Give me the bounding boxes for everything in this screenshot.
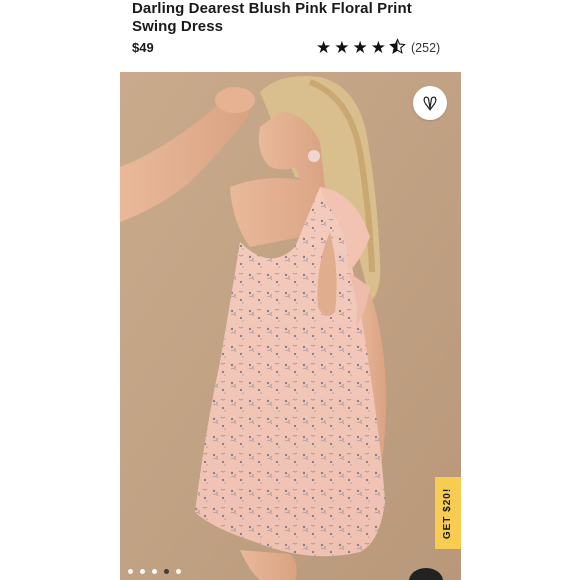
price-rating-row: $49 ★ ★ ★ ★ (252)	[132, 38, 450, 58]
gallery-dot[interactable]	[152, 569, 157, 574]
gallery-dot[interactable]	[140, 569, 145, 574]
product-header: Darling Dearest Blush Pink Floral Print …	[132, 0, 462, 36]
gallery-pagination	[128, 569, 181, 574]
promo-label: GET $20!	[442, 487, 454, 539]
product-title-line-1: Darling Dearest Blush Pink Floral Print	[132, 0, 412, 17]
star-icon: ★	[316, 37, 332, 57]
promo-tab[interactable]: GET $20!	[435, 477, 461, 549]
half-star-icon	[389, 38, 406, 57]
product-title: Darling Dearest Blush Pink Floral Print …	[132, 0, 462, 36]
product-price: $49	[132, 40, 154, 55]
gallery-dot-active[interactable]	[164, 569, 169, 574]
favorite-button[interactable]	[413, 86, 447, 120]
star-icon: ★	[352, 37, 368, 57]
gallery-dot[interactable]	[128, 569, 133, 574]
product-title-line-2: Swing Dress	[132, 18, 224, 35]
product-image-gallery[interactable]: GET $20!	[120, 72, 461, 580]
review-count[interactable]: (252)	[411, 41, 440, 55]
heart-v-icon	[423, 96, 437, 111]
star-icon: ★	[370, 37, 386, 57]
rating-widget[interactable]: ★ ★ ★ ★ (252)	[316, 38, 440, 57]
product-photo	[120, 72, 461, 580]
gallery-dot[interactable]	[176, 569, 181, 574]
star-icon: ★	[334, 37, 350, 57]
